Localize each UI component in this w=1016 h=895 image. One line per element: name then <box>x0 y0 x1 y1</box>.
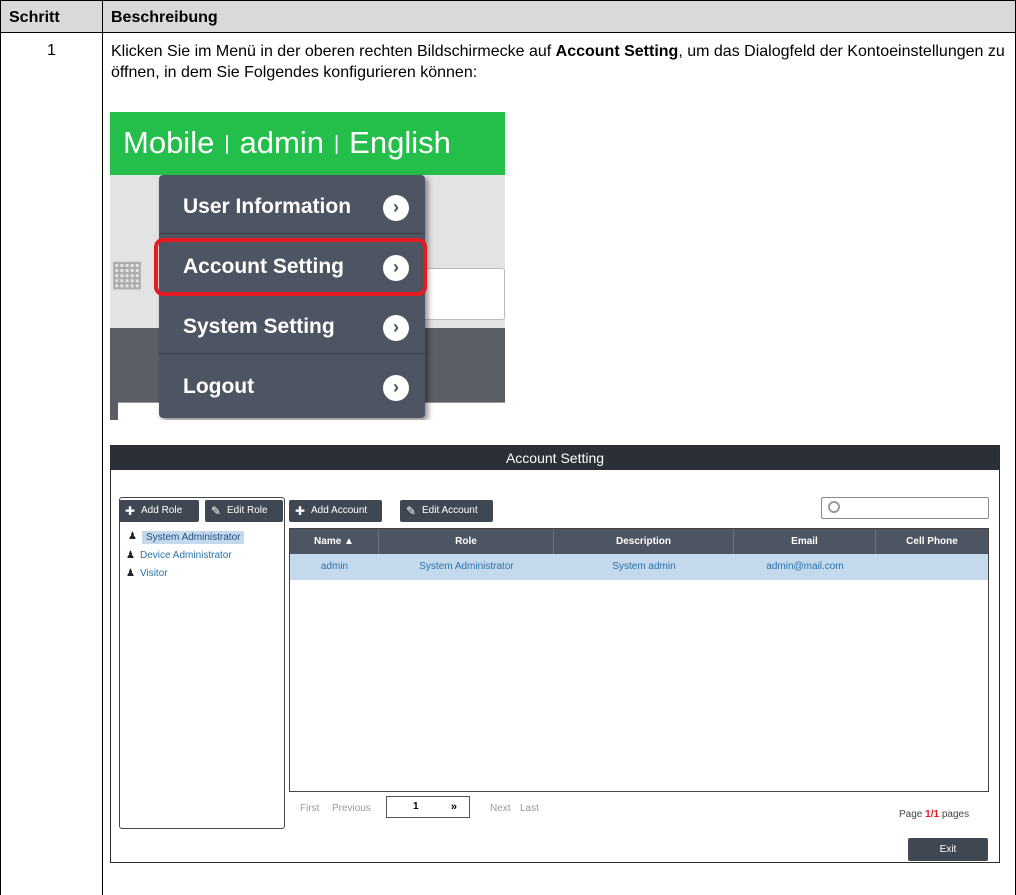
column-header-email[interactable]: Email <box>734 529 876 554</box>
role-item-visitor[interactable]: ♟ Visitor <box>126 568 168 579</box>
column-header-cell-phone[interactable]: Cell Phone <box>876 529 988 554</box>
edit-account-label: Edit Account <box>422 505 478 516</box>
step-description: Klicken Sie im Menü in der oberen rechte… <box>111 41 1011 83</box>
table-row[interactable]: admin System Administrator System admin … <box>290 554 988 580</box>
column-header-description[interactable]: Description <box>554 529 734 554</box>
chevron-right-icon: › <box>383 315 409 341</box>
header-description: Beschreibung <box>102 0 1016 33</box>
exit-button[interactable]: Exit <box>908 838 988 861</box>
cell-email: admin@mail.com <box>766 561 844 572</box>
plus-icon: ✚ <box>295 504 306 518</box>
edit-account-button[interactable]: ✎ Edit Account <box>400 500 493 522</box>
dialog-title: Account Setting <box>111 446 999 470</box>
cell-role: System Administrator <box>419 561 514 572</box>
search-input[interactable] <box>821 497 989 519</box>
add-account-button[interactable]: ✚ Add Account <box>289 500 382 522</box>
top-bar-separator: | <box>224 133 230 155</box>
step-number: 1 <box>47 42 56 59</box>
page-suffix: pages <box>941 809 970 820</box>
double-chevron-down-icon: » <box>450 801 457 813</box>
column-header-name[interactable]: Name ▲ <box>290 529 379 554</box>
instruction-table: Schritt Beschreibung 1 Klicken Sie im Me… <box>0 0 1016 895</box>
header-step: Schritt <box>0 0 103 33</box>
user-icon: ♟ <box>126 550 135 561</box>
highlight-box <box>154 238 427 296</box>
role-label: Visitor <box>140 568 168 579</box>
chevron-right-icon: › <box>383 375 409 401</box>
menu-item-label: Logout <box>183 375 255 398</box>
add-account-label: Add Account <box>311 505 368 516</box>
top-bar-separator: | <box>333 133 340 155</box>
desc-text-bold: Account Setting <box>555 43 679 60</box>
account-setting-dialog: Account Setting ✚ Add Role ✎ Edit Role ✚ Ad… <box>110 445 1000 863</box>
menu-item-label: User Information <box>183 195 352 218</box>
top-bar: Mobile | admin | English <box>110 112 505 175</box>
page-select[interactable]: 1» <box>386 796 470 818</box>
menu-item-user-information[interactable]: User Information › <box>159 175 425 234</box>
column-header-role[interactable]: Role <box>379 529 554 554</box>
menu-item-logout[interactable]: Logout › <box>159 355 425 414</box>
pager-last[interactable]: Last <box>520 803 539 814</box>
user-menu: User Information › Account Setting › Syste… <box>159 175 425 418</box>
menu-screenshot: Mobile | admin | English ▦ User Information ›… <box>110 112 505 420</box>
role-label: System Administrator <box>146 532 241 543</box>
role-item-device-administrator[interactable]: ♟ Device Administrator <box>126 550 232 561</box>
role-list: ♟ System Administrator ♟ Device Administra… <box>119 497 285 829</box>
menu-item-system-setting[interactable]: System Setting › <box>159 295 425 354</box>
search-icon <box>828 501 840 513</box>
chevron-right-icon: › <box>383 195 409 221</box>
user-icon: ♟ <box>126 568 135 579</box>
calendar-icon: ▦ <box>110 252 145 293</box>
accounts-table: Name ▲ Role Description Email Cell Phone… <box>289 528 989 792</box>
mobile-link[interactable]: Mobile <box>123 125 214 160</box>
user-icon: ♟ <box>128 531 137 542</box>
language-link[interactable]: English <box>349 125 451 160</box>
step-column <box>0 32 103 895</box>
role-label: Device Administrator <box>140 550 232 561</box>
pencil-icon: ✎ <box>406 504 417 518</box>
page-select-value: 1 <box>413 801 419 812</box>
cell-description: System admin <box>612 561 676 572</box>
pager-first[interactable]: First <box>300 803 319 814</box>
role-item-system-administrator[interactable]: ♟ System Administrator <box>128 531 245 544</box>
pager-previous[interactable]: Previous <box>332 803 371 814</box>
admin-link[interactable]: admin <box>240 125 324 160</box>
cell-cell-phone <box>876 554 988 580</box>
page-prefix: Page <box>899 809 923 820</box>
page-total: 1 <box>933 809 940 820</box>
desc-text-before: Klicken Sie im Menü in der oberen rechte… <box>111 43 556 60</box>
cell-name: admin <box>320 561 349 572</box>
page-info: Page 1/1 pages <box>899 809 969 820</box>
pager-next[interactable]: Next <box>490 803 511 814</box>
table-header: Name ▲ Role Description Email Cell Phone <box>290 529 988 554</box>
menu-item-label: System Setting <box>183 315 335 338</box>
